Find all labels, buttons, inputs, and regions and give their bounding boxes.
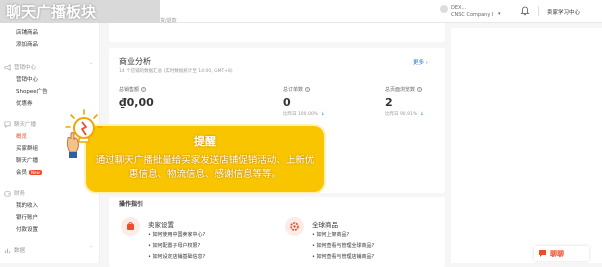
- metric-total-orders[interactable]: 总订单数? 0 比昨日 100.00% ↓: [283, 86, 383, 117]
- chat-widget-label: 聊聊: [550, 249, 564, 258]
- metric-compare-label: 比昨日: [385, 112, 399, 117]
- metric-compare-label: 比昨日: [283, 112, 297, 117]
- guide-link[interactable]: • 如何查看与管理全球商品?: [312, 242, 374, 249]
- bell-icon[interactable]: [520, 6, 530, 16]
- sidebar-item-shopee-ads[interactable]: Shopee广告: [16, 87, 48, 95]
- new-badge: New: [29, 170, 42, 175]
- metric-label: 总页面浏览数: [385, 87, 416, 93]
- sidebar-item-marketing-center[interactable]: 营销中心: [16, 75, 38, 83]
- business-analysis-title: 商业分析: [119, 57, 151, 66]
- guide-link[interactable]: • 如何设定店铺基础信息?: [148, 253, 205, 260]
- header-divider: [538, 6, 539, 16]
- metric-value: ₫0,00: [119, 96, 154, 109]
- shop-switcher[interactable]: DEX... CNSC Company I ▾: [440, 2, 505, 20]
- chart-icon: [4, 248, 11, 253]
- sidebar-group-label: 财务: [14, 191, 26, 197]
- sidebar-group-label: 营销中心: [14, 65, 37, 71]
- megaphone-icon: [4, 63, 11, 71]
- guide-link[interactable]: • 如何使用中国卖家中心?: [148, 231, 205, 238]
- sidebar-item-vouchers[interactable]: 优惠券: [16, 99, 33, 107]
- guide-link[interactable]: • 如何配置子母户权限?: [148, 242, 200, 249]
- more-link[interactable]: 更多 ›: [413, 58, 428, 66]
- chevron-up-icon: ˄: [90, 63, 93, 69]
- guide-link[interactable]: • 如何查看与管理店铺商品?: [312, 253, 374, 260]
- sidebar-item-label: 会员: [16, 170, 28, 176]
- sidebar-item-add-product[interactable]: 添加商品: [16, 40, 38, 48]
- section-banner: 聊天广播板块: [0, 0, 160, 23]
- store-icon: [121, 217, 140, 236]
- chat-bubble-icon: [4, 121, 11, 128]
- lightbulb-icon: [65, 109, 103, 158]
- tooltip-body: 通过聊天广播批量给买家发送店铺促销活动、上新优惠信息、物流信息、感谢信息等等。: [95, 155, 315, 180]
- shop-name: DEX...: [451, 5, 467, 11]
- gear-icon: [285, 217, 304, 236]
- sidebar-item-overview[interactable]: 概览: [16, 132, 27, 140]
- sidebar-group-label: 聊天广播: [14, 122, 37, 128]
- guide-section-title: 卖家设置: [148, 221, 174, 229]
- info-icon: ?: [305, 87, 311, 92]
- right-column-panel: [451, 28, 602, 263]
- seller-learning-center-link[interactable]: 卖家学习中心: [547, 8, 580, 16]
- guide-link[interactable]: • 如何上架商品?: [312, 231, 349, 238]
- metric-total-sales[interactable]: 总销售额? ₫0,00: [119, 86, 219, 109]
- shop-company: CNSC Company I: [451, 12, 494, 18]
- sidebar-item-membership[interactable]: 会员 New: [16, 168, 42, 176]
- todo-card: [109, 23, 445, 42]
- sidebar-group-finance[interactable]: 财务 ˄: [4, 189, 93, 197]
- tooltip-title: 提醒: [194, 135, 216, 148]
- chat-icon: [539, 250, 546, 257]
- metric-label: 总销售额: [119, 87, 140, 93]
- metric-change: 90.91%: [399, 112, 418, 117]
- arrow-down-icon: ↓: [320, 112, 325, 117]
- sidebar-item-bank-account[interactable]: 银行账户: [16, 213, 38, 221]
- sidebar-item-payment-settings[interactable]: 付款设置: [16, 225, 38, 233]
- chat-widget-button[interactable]: 聊聊: [534, 246, 589, 261]
- sidebar-item-my-income[interactable]: 我的收入: [16, 201, 38, 209]
- operation-guide-title: 操作指引: [119, 201, 144, 208]
- business-analysis-subtitle: 14 个店铺的数据汇总 (实时数据统计至 14:00, GMT+8): [119, 69, 233, 74]
- sidebar-group-label: 数据: [14, 248, 26, 254]
- shop-avatar: [440, 5, 448, 13]
- chevron-down-icon: ▾: [498, 11, 501, 17]
- sidebar-item-chat-broadcast[interactable]: 聊天广播: [16, 156, 38, 164]
- sidebar-item-buyer-groups[interactable]: 买家群组: [16, 144, 38, 152]
- sidebar-group-marketing[interactable]: 营销中心 ˄: [4, 63, 93, 71]
- info-icon: ?: [141, 87, 147, 92]
- guide-section-title: 全球商品: [312, 221, 338, 229]
- sidebar-item-shop-products[interactable]: 店铺商品: [16, 28, 38, 36]
- wallet-icon: [4, 190, 11, 196]
- metric-value: 0: [283, 96, 291, 109]
- operation-guide-card: 操作指引 卖家设置 • 如何使用中国卖家中心? • 如何配置子母户权限? • 如…: [109, 197, 445, 267]
- chevron-up-icon: ˄: [90, 246, 93, 252]
- metric-change: 100.00%: [297, 112, 318, 117]
- metric-label: 总订单数: [283, 87, 304, 93]
- info-icon: ?: [417, 87, 423, 92]
- sidebar-group-data[interactable]: 数据 ˄: [4, 246, 93, 254]
- arrow-down-icon: ↓: [420, 112, 424, 117]
- sidebar-group-chat-broadcast[interactable]: 聊天广播 ˄: [4, 120, 93, 128]
- reminder-tooltip: 提醒 通过聊天广播批量给买家发送店铺促销活动、上新优惠信息、物流信息、感谢信息等…: [86, 126, 324, 192]
